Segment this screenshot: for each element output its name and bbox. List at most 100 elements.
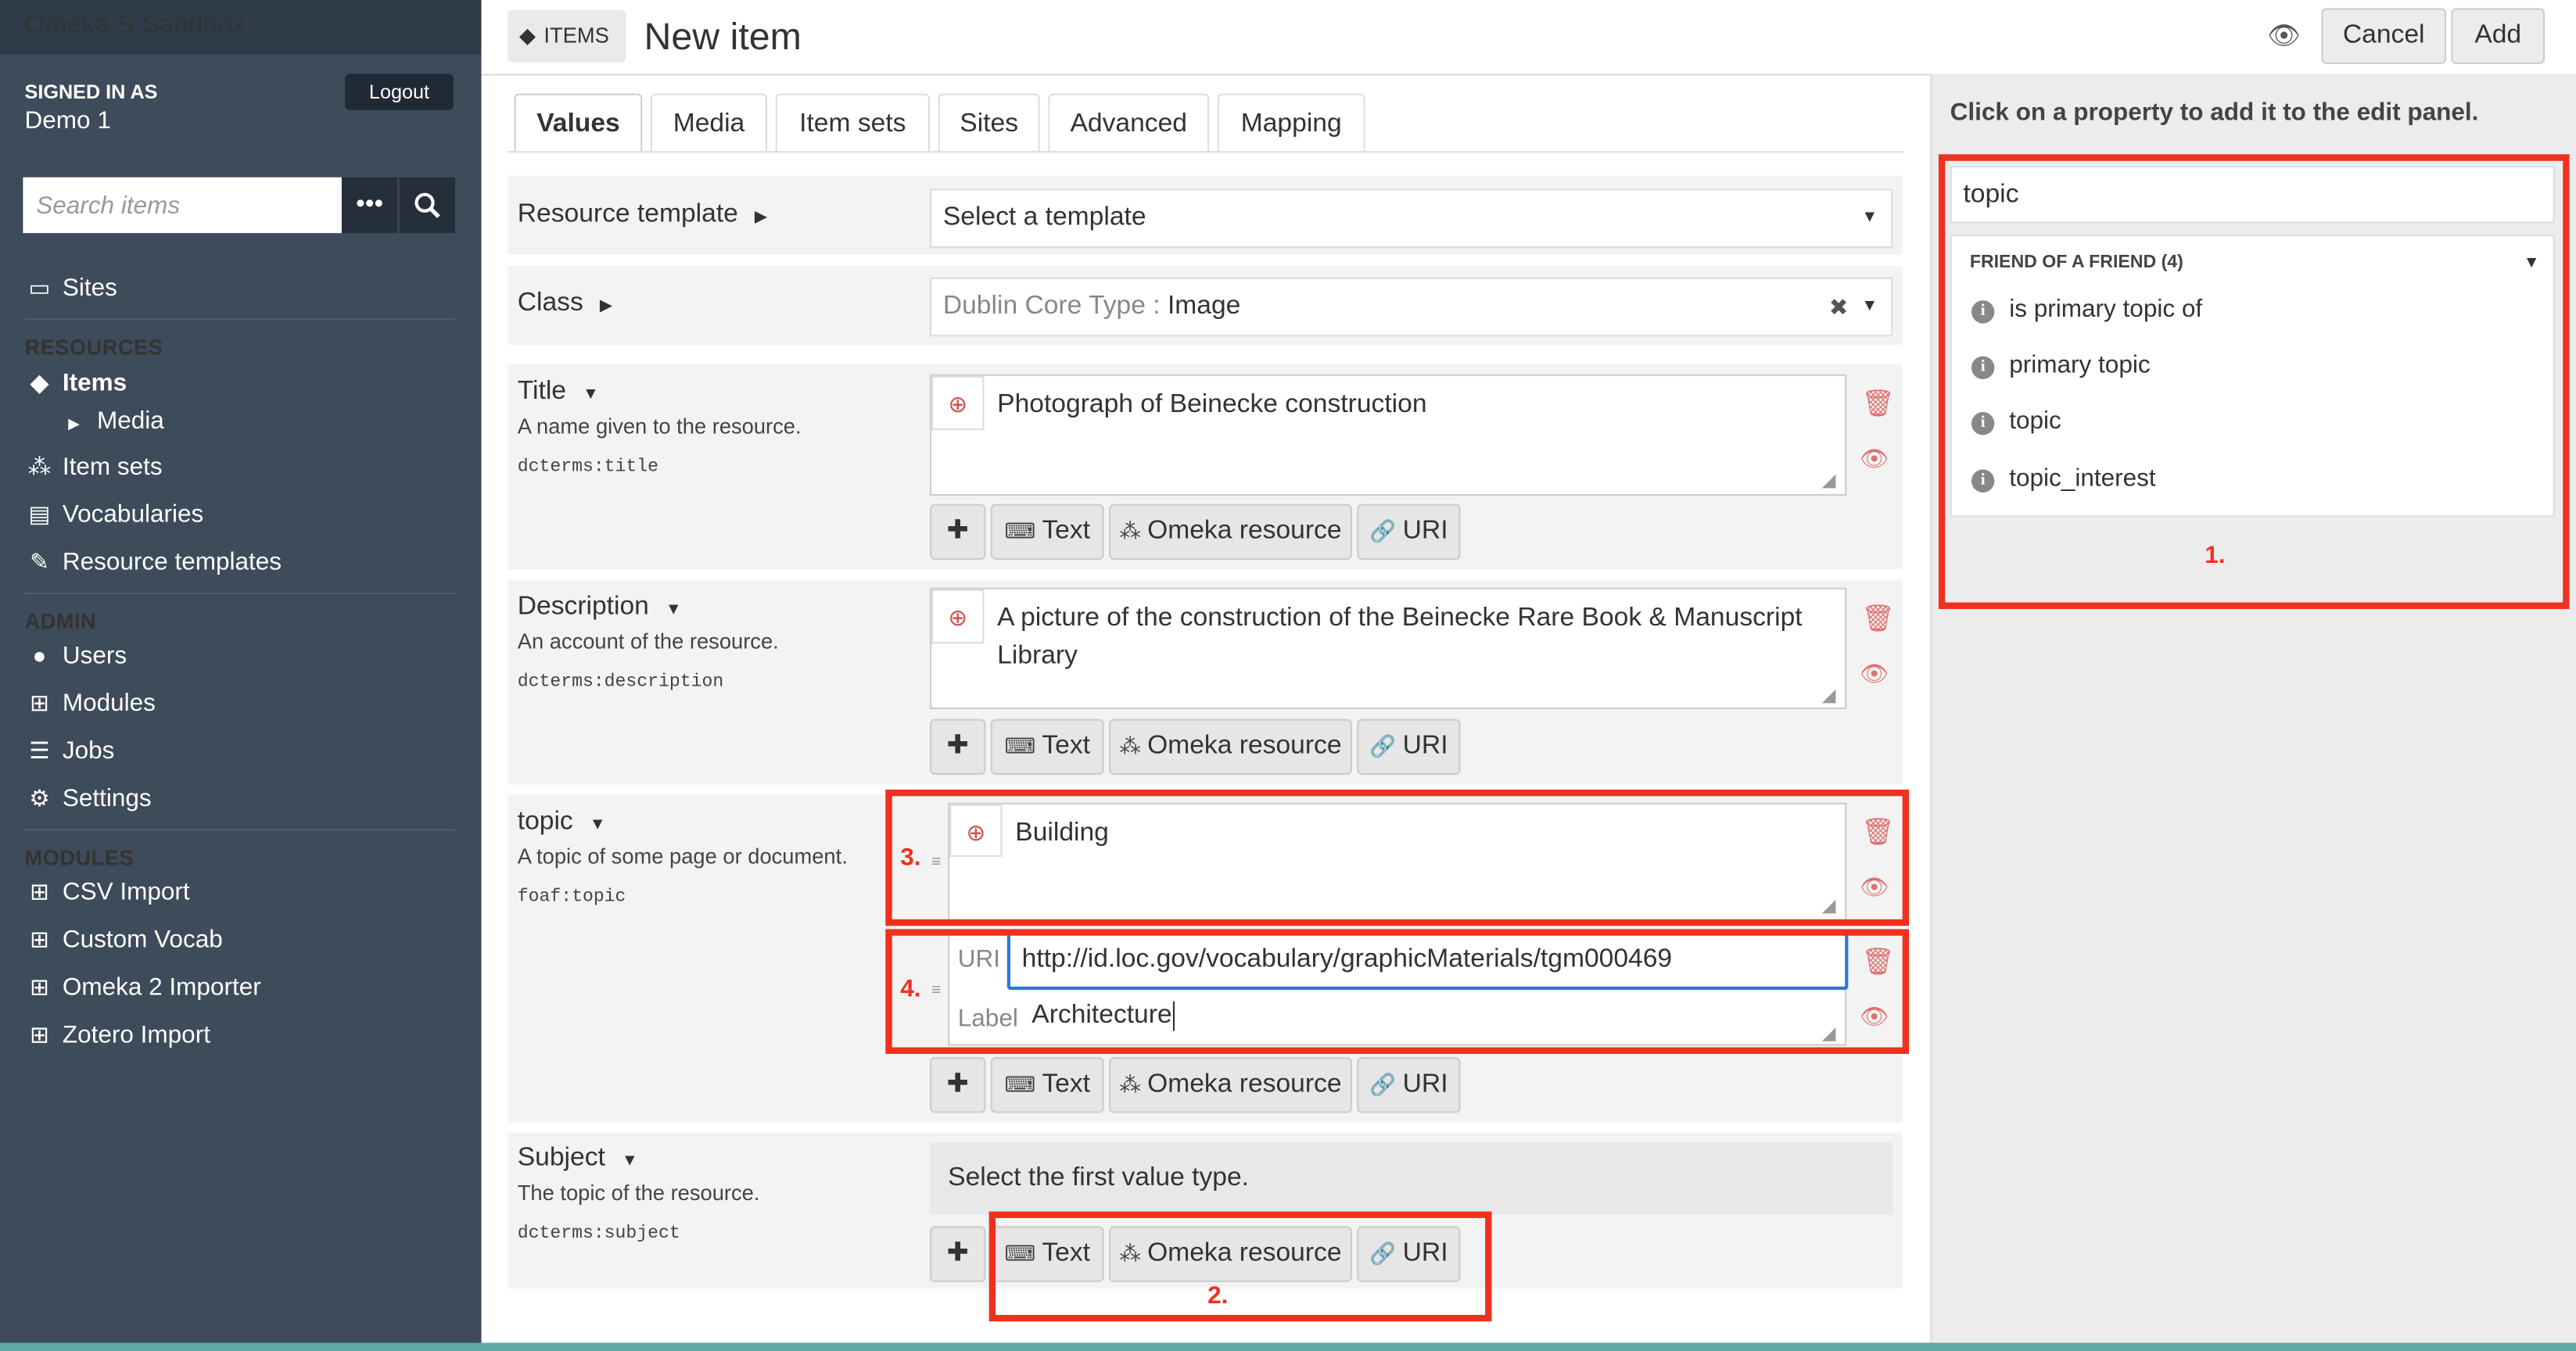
resize-handle-icon[interactable]: ◢: [1822, 685, 1836, 706]
sidebar-item-label: CSV Import: [62, 878, 190, 907]
uri-value-button[interactable]: 🔗 URI: [1357, 503, 1461, 560]
sidebar-item-sites[interactable]: ▭ Sites: [25, 274, 117, 303]
resize-handle-icon[interactable]: ◢: [1822, 469, 1836, 491]
sidebar-item-items[interactable]: ◆ Items: [25, 369, 127, 397]
sidebar-item-label: Modules: [62, 689, 156, 718]
class-select[interactable]: Dublin Core Type : Image ✖ ▼: [930, 277, 1893, 337]
text-value-button[interactable]: ⌨ Text: [990, 503, 1104, 560]
brand-name[interactable]: Omeka S Sandbox: [25, 12, 246, 41]
sidebar-item-vocabularies[interactable]: ▤ Vocabularies: [25, 500, 204, 529]
button-label: Text: [1042, 1070, 1090, 1098]
plus-square-icon: ⊞: [30, 689, 49, 716]
class-label-text: Class: [517, 288, 583, 317]
class-label[interactable]: Class ▶: [518, 289, 612, 319]
sidebar-divider: [24, 829, 455, 831]
plus-icon: ✚: [946, 732, 969, 761]
annotation-label-4: 4.: [900, 975, 921, 1003]
cube-icon: ◆: [30, 369, 48, 396]
topic-property-label[interactable]: topic ▼: [518, 808, 606, 837]
add-value-button[interactable]: ✚: [930, 719, 986, 776]
search-input[interactable]: [23, 177, 342, 234]
plus-icon: ✚: [946, 1239, 969, 1267]
sidebar-item-label: Users: [62, 641, 127, 670]
sidebar-item-resource-templates[interactable]: ✎ Resource templates: [25, 548, 282, 576]
sidebar-item-media[interactable]: ▶ Media: [59, 407, 164, 435]
subject-property-label[interactable]: Subject ▼: [518, 1144, 638, 1174]
sidebar-item-label: Jobs: [62, 736, 115, 765]
sidebar-item-label: Omeka 2 Importer: [62, 973, 261, 1002]
description-value-text[interactable]: A picture of the construction of the Bei…: [997, 599, 1818, 675]
section-badge[interactable]: ◆ ITEMS: [508, 9, 626, 63]
omeka-resource-button[interactable]: ⁂ Omeka resource: [1109, 1057, 1352, 1113]
language-globe-icon[interactable]: ⊕: [931, 589, 985, 644]
tab-sites[interactable]: Sites: [938, 93, 1040, 153]
clear-icon[interactable]: ✖: [1829, 279, 1849, 335]
trash-icon[interactable]: 🗑: [1861, 603, 1895, 636]
sidebar-item-custom-vocab[interactable]: ⊞ Custom Vocab: [25, 926, 223, 954]
sidebar-item-zotero-import[interactable]: ⊞ Zotero Import: [25, 1021, 210, 1049]
plus-square-icon: ⊞: [30, 973, 49, 1000]
sidebar-item-modules[interactable]: ⊞ Modules: [25, 690, 156, 718]
language-globe-icon[interactable]: ⊕: [931, 375, 985, 431]
tab-advanced[interactable]: Advanced: [1048, 93, 1210, 153]
title-value-text[interactable]: Photograph of Beinecke construction: [997, 385, 1818, 423]
tab-mapping[interactable]: Mapping: [1217, 93, 1365, 153]
property-label-text: Subject: [517, 1144, 605, 1173]
sidebar-item-item-sets[interactable]: ⁂ Item sets: [25, 453, 163, 482]
add-button[interactable]: Add: [2451, 8, 2546, 64]
logout-button[interactable]: Logout: [345, 73, 454, 110]
resource-template-label-text: Resource template: [517, 200, 738, 228]
description-property-label[interactable]: Description ▼: [518, 593, 682, 622]
omeka-resource-button[interactable]: ⁂ Omeka resource: [1109, 503, 1352, 560]
plus-icon: ✚: [946, 517, 969, 546]
annotation-box-1: [1938, 154, 2570, 609]
title-property-label[interactable]: Title ▼: [518, 378, 599, 407]
property-term: dcterms:description: [517, 672, 724, 693]
sidebar-item-settings[interactable]: ⚙ Settings: [25, 785, 151, 813]
sidebar-item-omeka2-importer[interactable]: ⊞ Omeka 2 Importer: [25, 973, 261, 1002]
advanced-search-button[interactable]: •••: [341, 177, 398, 234]
user-name: Demo 1: [24, 106, 111, 135]
caret-down-icon: ▼: [583, 385, 599, 404]
add-value-button[interactable]: ✚: [930, 503, 986, 560]
tab-values[interactable]: Values: [514, 93, 643, 153]
text-value-button[interactable]: ⌨ Text: [990, 1057, 1104, 1113]
sidebar-item-csv-import[interactable]: ⊞ CSV Import: [25, 878, 190, 906]
uri-value-button[interactable]: 🔗 URI: [1357, 719, 1461, 776]
resource-template-label[interactable]: Resource template ▶: [518, 200, 767, 230]
eye-icon[interactable]: 👁: [2267, 20, 2301, 52]
tab-item-sets[interactable]: Item sets: [775, 93, 931, 153]
plus-square-icon: ⊞: [30, 878, 49, 905]
laptop-icon: ▭: [28, 274, 51, 301]
ellipsis-icon: •••: [356, 190, 384, 219]
button-label: Omeka resource: [1147, 732, 1342, 761]
add-value-button[interactable]: ✚: [930, 1057, 986, 1113]
modules-heading: MODULES: [24, 845, 135, 870]
class-value: Image: [1167, 292, 1241, 321]
select-value: Select a template: [942, 203, 1146, 232]
sidebar-item-label: Item sets: [62, 453, 163, 482]
sidebar-item-users[interactable]: ● Users: [25, 642, 127, 670]
keyboard-icon: ⌨: [1004, 1072, 1035, 1097]
admin-heading: ADMIN: [24, 608, 97, 634]
caret-right-icon: ▶: [68, 415, 80, 432]
trash-icon[interactable]: 🗑: [1861, 388, 1895, 421]
property-description: The topic of the resource.: [517, 1180, 760, 1206]
tab-media[interactable]: Media: [650, 93, 768, 153]
list-icon: ☰: [29, 736, 50, 764]
add-value-button[interactable]: ✚: [930, 1226, 986, 1282]
text-value-button[interactable]: ⌨ Text: [990, 719, 1104, 776]
sidebar-item-label: Sites: [62, 274, 117, 303]
property-term: dcterms:subject: [517, 1224, 680, 1245]
cancel-button[interactable]: Cancel: [2321, 8, 2447, 64]
sidebar-item-jobs[interactable]: ☰ Jobs: [25, 736, 115, 765]
omeka-resource-button[interactable]: ⁂ Omeka resource: [1109, 719, 1352, 776]
cubes-icon: ⁂: [1119, 518, 1141, 543]
resource-template-select[interactable]: Select a template ▼: [930, 188, 1893, 249]
eye-icon[interactable]: 👁: [1860, 445, 1889, 473]
caret-down-icon: ▼: [665, 600, 682, 619]
search-button[interactable]: [399, 177, 455, 234]
uri-value-button[interactable]: 🔗 URI: [1357, 1057, 1461, 1113]
eye-icon[interactable]: 👁: [1860, 660, 1889, 688]
plus-icon: ✚: [946, 1070, 969, 1098]
